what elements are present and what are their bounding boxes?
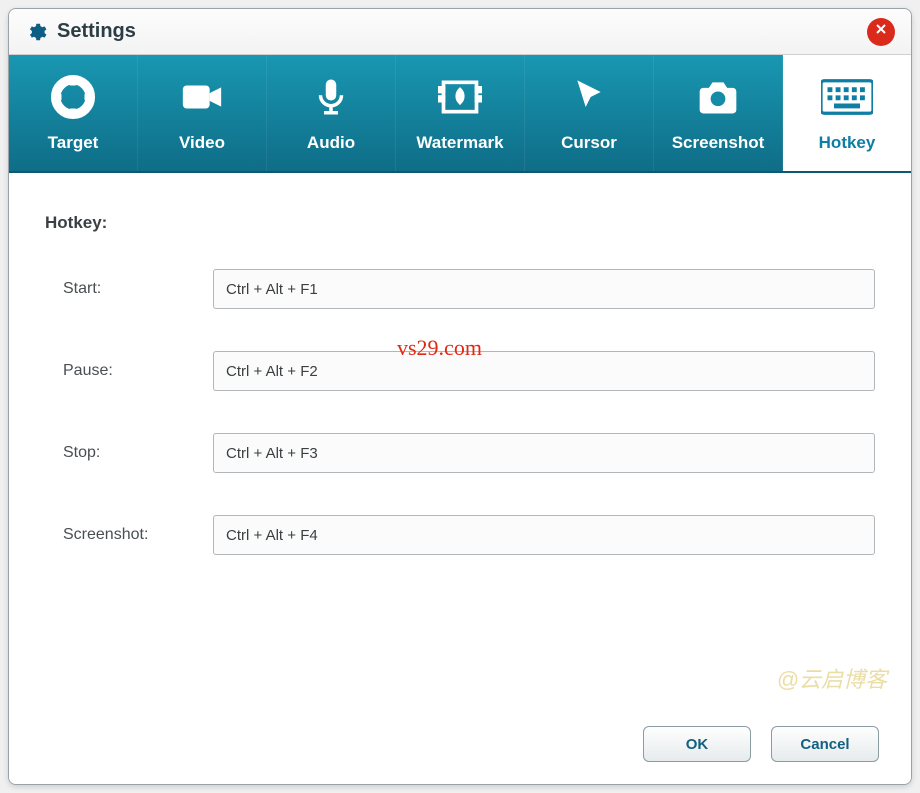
hotkey-start-input[interactable]: Ctrl + Alt + F1 <box>213 269 875 309</box>
field-stop: Stop: Ctrl + Alt + F3 <box>45 433 875 473</box>
watermark-icon <box>438 73 482 121</box>
hotkey-stop-input[interactable]: Ctrl + Alt + F3 <box>213 433 875 473</box>
hotkey-pause-input[interactable]: Ctrl + Alt + F2 <box>213 351 875 391</box>
tab-video[interactable]: Video <box>138 55 267 171</box>
tab-label: Audio <box>307 133 355 153</box>
close-icon <box>873 21 889 42</box>
tabbar: Target Video Audio Watermark Cursor <box>9 55 911 173</box>
video-icon <box>179 73 225 121</box>
field-label: Screenshot: <box>63 526 213 544</box>
gear-icon <box>25 21 47 43</box>
cursor-icon <box>569 73 609 121</box>
tab-watermark[interactable]: Watermark <box>396 55 525 171</box>
screenshot-icon <box>696 73 740 121</box>
field-start: Start: Ctrl + Alt + F1 <box>45 269 875 309</box>
tab-label: Video <box>179 133 225 153</box>
tab-cursor[interactable]: Cursor <box>525 55 654 171</box>
ok-button[interactable]: OK <box>643 726 751 762</box>
hotkey-screenshot-input[interactable]: Ctrl + Alt + F4 <box>213 515 875 555</box>
cancel-button[interactable]: Cancel <box>771 726 879 762</box>
tab-hotkey[interactable]: Hotkey <box>783 55 911 171</box>
field-label: Start: <box>63 280 213 298</box>
tab-target[interactable]: Target <box>9 55 138 171</box>
tab-label: Watermark <box>416 133 503 153</box>
content-panel: Hotkey: Start: Ctrl + Alt + F1 Pause: Ct… <box>9 173 911 708</box>
section-title: Hotkey: <box>45 213 875 233</box>
settings-window: Settings Target Video <box>8 8 912 785</box>
close-button[interactable] <box>867 18 895 46</box>
tab-label: Hotkey <box>819 133 876 153</box>
footer: OK Cancel <box>9 708 911 784</box>
tab-label: Target <box>48 133 99 153</box>
tab-audio[interactable]: Audio <box>267 55 396 171</box>
keyboard-icon <box>821 73 873 121</box>
audio-icon <box>310 73 352 121</box>
tab-screenshot[interactable]: Screenshot <box>654 55 783 171</box>
field-label: Pause: <box>63 362 213 380</box>
tab-label: Screenshot <box>672 133 765 153</box>
field-screenshot: Screenshot: Ctrl + Alt + F4 <box>45 515 875 555</box>
overlay-credit: @云启博客 <box>777 662 887 694</box>
window-title: Settings <box>57 20 136 43</box>
overlay-url: vs29.com <box>397 335 482 361</box>
tab-label: Cursor <box>561 133 617 153</box>
target-icon <box>50 73 96 121</box>
titlebar: Settings <box>9 9 911 55</box>
field-label: Stop: <box>63 444 213 462</box>
